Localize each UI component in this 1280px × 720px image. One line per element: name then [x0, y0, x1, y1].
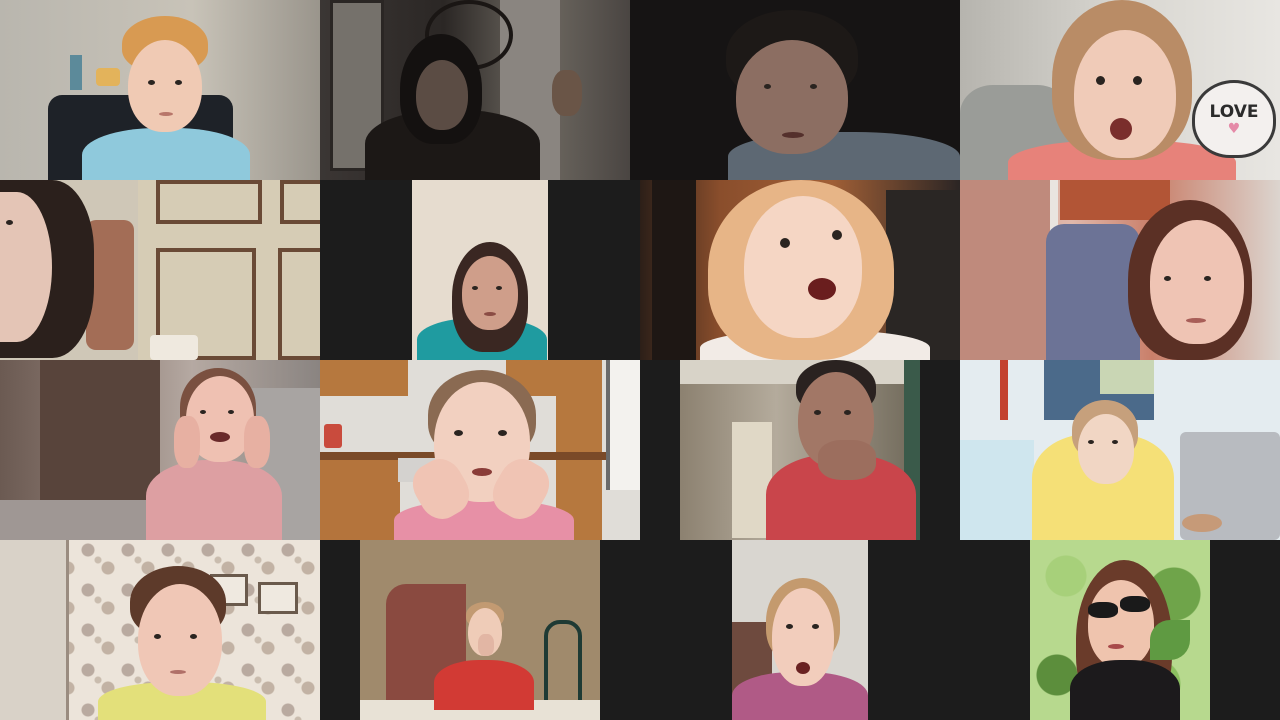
gallery-row-4: [0, 540, 1280, 720]
participant-tile-7[interactable]: [640, 180, 960, 360]
participant-tile-5[interactable]: [0, 180, 320, 360]
participant-video-3: [630, 0, 960, 180]
heart-icon: ♥: [1227, 121, 1241, 137]
participant-video-2: [320, 0, 630, 180]
participant-tile-4[interactable]: LOVE ♥: [960, 0, 1280, 180]
participant-tile-6[interactable]: [412, 180, 548, 360]
love-sign: LOVE ♥: [1192, 80, 1276, 158]
participant-tile-12[interactable]: [960, 360, 1280, 540]
gallery-row-2: [0, 180, 1280, 360]
participant-video-6: [412, 180, 548, 360]
participant-tile-2[interactable]: [320, 0, 630, 180]
participant-tile-9[interactable]: [0, 360, 320, 540]
gallery-row-3: [0, 360, 1280, 540]
participant-tile-1[interactable]: [0, 0, 320, 180]
participant-video-9: [0, 360, 320, 540]
participant-video-1: [0, 0, 320, 180]
participant-tile-16[interactable]: [1030, 540, 1210, 720]
participant-tile-8[interactable]: [960, 180, 1280, 360]
participant-video-5: [0, 180, 320, 360]
participant-video-14: [360, 540, 600, 720]
participant-video-12: [960, 360, 1280, 540]
participant-tile-11[interactable]: [680, 360, 920, 540]
participant-tile-10[interactable]: [320, 360, 640, 540]
participant-video-7: [640, 180, 960, 360]
participant-video-8: [960, 180, 1280, 360]
video-gallery-grid: LOVE ♥: [0, 0, 1280, 720]
participant-tile-3[interactable]: [630, 0, 960, 180]
gallery-row-1: LOVE ♥: [0, 0, 1280, 180]
participant-video-15: [732, 540, 868, 720]
participant-video-16: [1030, 540, 1210, 720]
participant-tile-13[interactable]: [0, 540, 320, 720]
participant-video-4: LOVE ♥: [960, 0, 1280, 180]
participant-tile-15[interactable]: [732, 540, 868, 720]
participant-tile-14[interactable]: [360, 540, 600, 720]
participant-video-11: [680, 360, 920, 540]
participant-video-13: [0, 540, 320, 720]
participant-video-10: [320, 360, 640, 540]
